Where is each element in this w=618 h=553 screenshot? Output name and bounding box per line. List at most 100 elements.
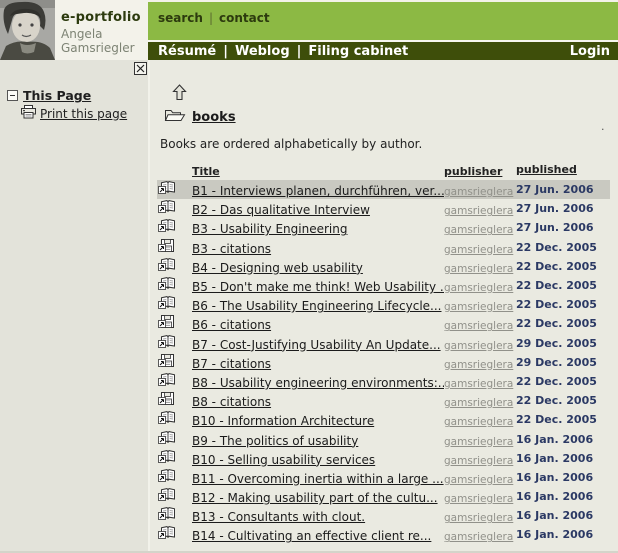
row-title-link[interactable]: B11 - Overcoming inertia within a large … (192, 472, 444, 486)
row-icon-cell (157, 314, 192, 333)
row-icon-cell (157, 199, 192, 218)
book-link-icon[interactable] (160, 295, 177, 312)
row-icon-cell (157, 525, 192, 544)
row-title-link[interactable]: B3 - citations (192, 242, 271, 256)
row-publisher-link[interactable]: gamsrieglera (444, 205, 513, 217)
row-icon-cell (157, 391, 192, 410)
row-publisher-link[interactable]: gamsrieglera (444, 397, 513, 409)
row-icon-cell (157, 410, 192, 429)
up-arrow-icon[interactable] (172, 84, 187, 105)
book-link-icon[interactable] (160, 276, 177, 293)
row-title-link[interactable]: B4 - Designing web usability (192, 261, 363, 275)
this-page-link[interactable]: This Page (23, 88, 91, 103)
sidebar: This Page Print this page (0, 60, 150, 553)
row-publisher-link[interactable]: gamsrieglera (444, 224, 513, 236)
row-publisher-link[interactable]: gamsrieglera (444, 359, 513, 371)
shortcut-arrow-icon (158, 525, 166, 543)
row-title-link[interactable]: B7 - citations (192, 357, 271, 371)
row-title-link[interactable]: B1 - Interviews planen, durchführen, ver… (192, 184, 444, 198)
nav-filing-cabinet-link[interactable]: Filing cabinet (308, 44, 408, 59)
row-title-link[interactable]: B6 - citations (192, 318, 271, 332)
page-description: Books are ordered alphabetically by auth… (160, 137, 422, 151)
row-title-link[interactable]: B5 - Don't make me think! Web Usability … (192, 280, 444, 294)
book-link-icon[interactable] (160, 218, 177, 235)
row-publisher-link[interactable]: gamsrieglera (444, 436, 513, 448)
login-link[interactable]: Login (570, 44, 610, 59)
row-published-date: 27 Jun. 2006 (516, 221, 610, 234)
row-title-link[interactable]: B14 - Cultivating an effective client re… (192, 529, 431, 543)
shortcut-arrow-icon (158, 257, 166, 275)
book-link-icon[interactable] (160, 506, 177, 523)
collapse-minus-icon[interactable] (7, 90, 18, 101)
row-title-link[interactable]: B3 - Usability Engineering (192, 222, 347, 236)
nav-weblog-link[interactable]: Weblog (235, 44, 290, 59)
row-title-link[interactable]: B8 - citations (192, 395, 271, 409)
row-publisher-link[interactable]: gamsrieglera (444, 263, 513, 275)
row-publisher-link[interactable]: gamsrieglera (444, 378, 513, 390)
citations-link-icon[interactable] (160, 391, 177, 408)
table-row: B2 - Das qualitative Interview gamsriegl… (157, 199, 610, 218)
book-link-icon[interactable] (160, 257, 177, 274)
row-title-link[interactable]: B10 - Information Architecture (192, 414, 374, 428)
table-row: B6 - The Usability Engineering Lifecycle… (157, 295, 610, 314)
row-publisher-link[interactable]: gamsrieglera (444, 531, 513, 543)
row-title-link[interactable]: B13 - Consultants with clout. (192, 510, 365, 524)
row-published-date: 22 Dec. 2005 (516, 413, 610, 426)
row-publisher-link[interactable]: gamsrieglera (444, 301, 513, 313)
row-icon-cell (157, 487, 192, 506)
row-publisher-link[interactable]: gamsrieglera (444, 455, 513, 467)
nav-contact-link[interactable]: contact (219, 11, 270, 25)
row-publisher-link[interactable]: gamsrieglera (444, 416, 513, 428)
nav-resume-link[interactable]: Résumé (158, 44, 216, 59)
book-link-icon[interactable] (160, 410, 177, 427)
table-row: B8 - Usability engineering environments:… (157, 372, 610, 391)
book-link-icon[interactable] (160, 468, 177, 485)
shortcut-arrow-icon (158, 314, 166, 332)
book-link-icon[interactable] (160, 334, 177, 351)
close-box-icon[interactable] (134, 62, 147, 75)
citations-link-icon[interactable] (160, 353, 177, 370)
book-link-icon[interactable] (160, 487, 177, 504)
row-publisher-link[interactable]: gamsrieglera (444, 340, 513, 352)
row-title-link[interactable]: B8 - Usability engineering environments:… (192, 376, 444, 390)
row-title-link[interactable]: B7 - Cost-Justifying Usability An Update… (192, 338, 441, 352)
row-published-date: 22 Dec. 2005 (516, 298, 610, 311)
row-publisher-link[interactable]: gamsrieglera (444, 186, 513, 198)
nav-divider: | (223, 44, 228, 59)
row-published-date: 27 Jun. 2006 (516, 183, 610, 196)
book-link-icon[interactable] (160, 449, 177, 466)
shortcut-arrow-icon (158, 218, 166, 236)
row-title-link[interactable]: B2 - Das qualitative Interview (192, 203, 370, 217)
table-row: B1 - Interviews planen, durchführen, ver… (157, 180, 610, 199)
row-title-link[interactable]: B10 - Selling usability services (192, 453, 375, 467)
row-icon-cell (157, 353, 192, 372)
book-link-icon[interactable] (160, 525, 177, 542)
sort-title-header[interactable]: Title (192, 165, 220, 178)
books-folder-link[interactable]: books (192, 110, 236, 125)
print-page-link[interactable]: Print this page (40, 107, 127, 121)
citations-link-icon[interactable] (160, 314, 177, 331)
printer-icon[interactable] (21, 104, 36, 123)
book-link-icon[interactable] (160, 372, 177, 389)
book-link-icon[interactable] (160, 180, 177, 197)
main-nav: Résumé | Weblog | Filing cabinet Login (148, 42, 618, 60)
row-publisher-link[interactable]: gamsrieglera (444, 512, 513, 524)
row-icon-cell (157, 295, 192, 314)
row-publisher-link[interactable]: gamsrieglera (444, 282, 513, 294)
row-publisher-link[interactable]: gamsrieglera (444, 493, 513, 505)
row-title-link[interactable]: B9 - The politics of usability (192, 434, 358, 448)
stray-dot: . (601, 120, 605, 133)
row-title-link[interactable]: B12 - Making usability part of the cultu… (192, 491, 438, 505)
nav-divider: | (297, 44, 302, 59)
row-title-link[interactable]: B6 - The Usability Engineering Lifecycle… (192, 299, 442, 313)
row-publisher-link[interactable]: gamsrieglera (444, 474, 513, 486)
sort-published-header[interactable]: published (516, 163, 577, 176)
row-publisher-link[interactable]: gamsrieglera (444, 244, 513, 256)
citations-link-icon[interactable] (160, 238, 177, 255)
row-publisher-link[interactable]: gamsrieglera (444, 320, 513, 332)
nav-search-link[interactable]: search (158, 11, 203, 25)
table-row: B4 - Designing web usability gamsriegler… (157, 257, 610, 276)
book-link-icon[interactable] (160, 199, 177, 216)
sort-publisher-header[interactable]: publisher (444, 165, 502, 178)
book-link-icon[interactable] (160, 430, 177, 447)
